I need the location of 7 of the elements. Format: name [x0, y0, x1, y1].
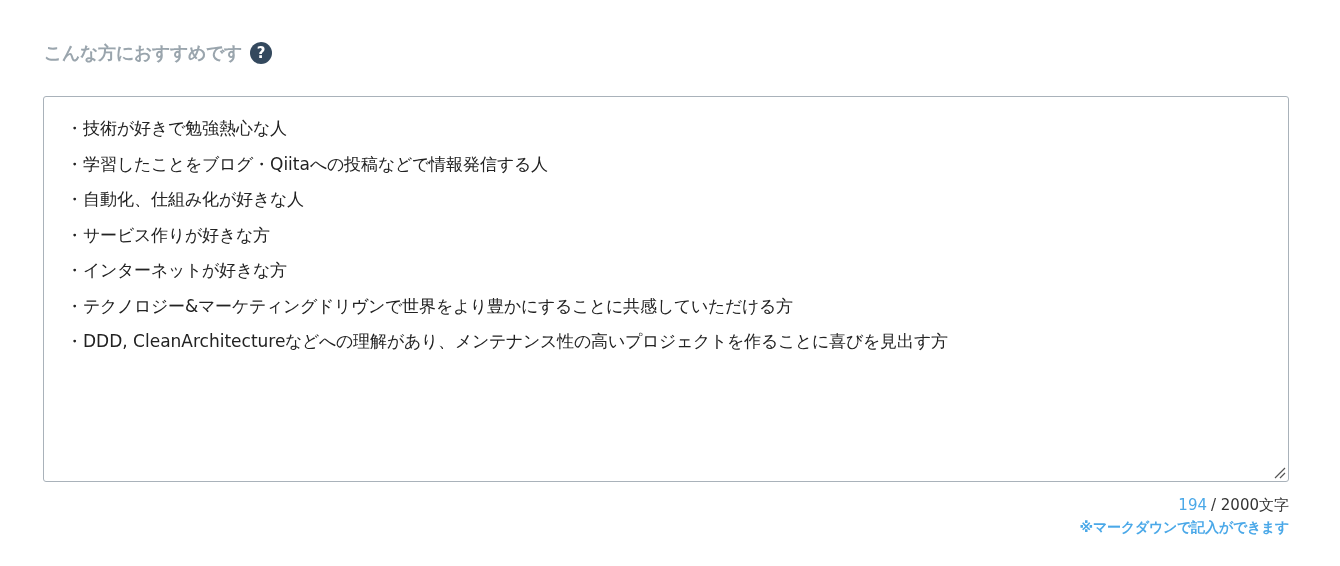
resize-handle-icon[interactable]	[1274, 467, 1286, 479]
character-count: 194	[1178, 496, 1207, 515]
character-limit: / 2000文字	[1211, 496, 1289, 515]
text-area[interactable]: ・技術が好きで勉強熱心な人 ・学習したことをブログ・Qiitaへの投稿などで情報発信する人 ・自動化、仕組み化が好きな人 ・サービス作りが好きな方 ・インターネットが好きな方 ・テクノロジー&マーケティングドリヴンで世界をより豊かにすることに共感していただける方 ・DDD, CleanArchitectureなどへの理解があり、メンテナンス性の高いプロジェクトを作ることに喜びを見出す方	[43, 96, 1289, 482]
section-label: こんな方におすすめです	[44, 41, 242, 65]
markdown-note: ※マークダウンで記入ができます	[1079, 519, 1289, 537]
help-icon[interactable]: ?	[250, 42, 272, 64]
